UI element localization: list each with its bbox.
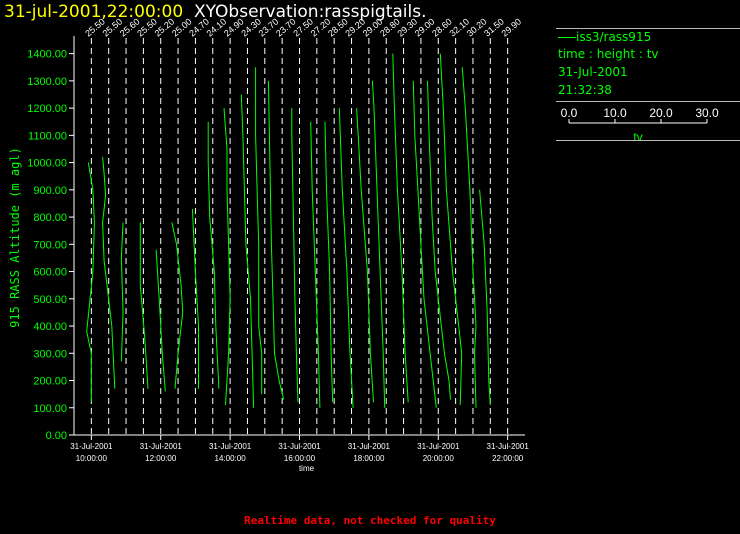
legend-scale: 0.0 10.0 20.0 30.0 tv	[561, 106, 719, 144]
legend-series: iss3/rass915	[558, 30, 651, 44]
profile-trace	[371, 80, 386, 408]
x-tick-date: 31-Jul-2001	[70, 442, 113, 451]
profile-trace	[207, 121, 220, 389]
x-tick-date: 31-Jul-2001	[140, 442, 183, 451]
y-tick-label: 100.00	[33, 403, 67, 415]
quality-warning: Realtime data, not checked for quality	[244, 514, 496, 527]
profile-labels: 25.5025.5025.6025.5025.2025.0024.7024.10…	[83, 16, 523, 38]
y-tick-label: 1300.00	[27, 76, 67, 88]
scale-tick-label: 10.0	[603, 106, 627, 120]
x-tick-time: 14:00:00	[215, 454, 247, 463]
profile-trace	[267, 80, 285, 400]
y-tick-label: 900.00	[33, 185, 67, 197]
y-tick-label: 800.00	[33, 212, 67, 224]
profile-trace	[120, 222, 124, 362]
time-gridlines	[90, 38, 509, 435]
legend-divider	[556, 28, 740, 29]
profile-trace	[255, 67, 263, 395]
profile-trace	[86, 162, 95, 403]
profile-traces	[86, 53, 491, 408]
y-tick-label: 500.00	[33, 294, 67, 306]
y-tick-label: 1200.00	[27, 103, 67, 115]
scale-label: tv	[633, 130, 642, 144]
y-tick-label: 300.00	[33, 348, 67, 360]
x-tick-date: 31-Jul-2001	[209, 442, 252, 451]
x-tick-time: 16:00:00	[284, 454, 316, 463]
x-tick-date: 31-Jul-2001	[278, 442, 321, 451]
profile-trace	[139, 222, 149, 389]
x-tick-date: 31-Jul-2001	[417, 442, 460, 451]
profile-trace	[461, 67, 477, 408]
x-axis-label: time	[299, 464, 315, 473]
profile-trace	[310, 121, 321, 408]
legend-divider	[556, 140, 740, 141]
y-tick-label: 1000.00	[27, 158, 67, 170]
profile-trace	[171, 222, 184, 389]
profile-trace	[479, 189, 491, 406]
legend-series-name: iss3/rass915	[576, 30, 652, 44]
profile-trace	[223, 108, 231, 406]
legend-time: 21:32:38	[558, 83, 612, 97]
profile-trace	[439, 53, 463, 406]
x-tick-date: 31-Jul-2001	[348, 442, 391, 451]
scale-tick-label: 20.0	[649, 106, 673, 120]
profile-trace	[427, 80, 451, 400]
profile-trace	[392, 53, 409, 403]
y-tick-label: 600.00	[33, 267, 67, 279]
profile-label: 29.90	[500, 16, 524, 38]
profile-trace	[338, 108, 354, 408]
x-tick-time: 10:00:00	[76, 454, 108, 463]
legend-line-swatch	[558, 37, 576, 38]
scale-tick-label: 30.0	[695, 106, 719, 120]
x-tick-time: 18:00:00	[353, 454, 385, 463]
y-tick-label: 0.00	[46, 430, 67, 442]
profile-trace	[356, 108, 374, 403]
y-tick-label: 700.00	[33, 239, 67, 251]
y-tick-label: 1400.00	[27, 49, 67, 61]
x-tick-time: 20:00:00	[423, 454, 455, 463]
profile-trace	[324, 121, 334, 403]
y-axis-label: 915 RASS Altitude (m agl)	[8, 147, 22, 328]
x-tick-date: 31-Jul-2001	[487, 442, 530, 451]
y-tick-label: 1100.00	[28, 130, 67, 142]
x-tick-time: 22:00:00	[492, 454, 524, 463]
profile-trace	[412, 80, 437, 408]
scale-tick-label: 0.0	[561, 106, 578, 120]
legend: iss3/rass915 time : height : tv 31-Jul-2…	[556, 28, 740, 148]
legend-divider	[556, 101, 740, 102]
legend-date: 31-Jul-2001	[558, 65, 628, 79]
legend-fields: time : height : tv	[558, 47, 659, 61]
y-tick-label: 400.00	[33, 321, 67, 333]
y-tick-label: 200.00	[33, 376, 67, 388]
profile-trace	[291, 108, 299, 403]
x-tick-time: 12:00:00	[145, 454, 177, 463]
